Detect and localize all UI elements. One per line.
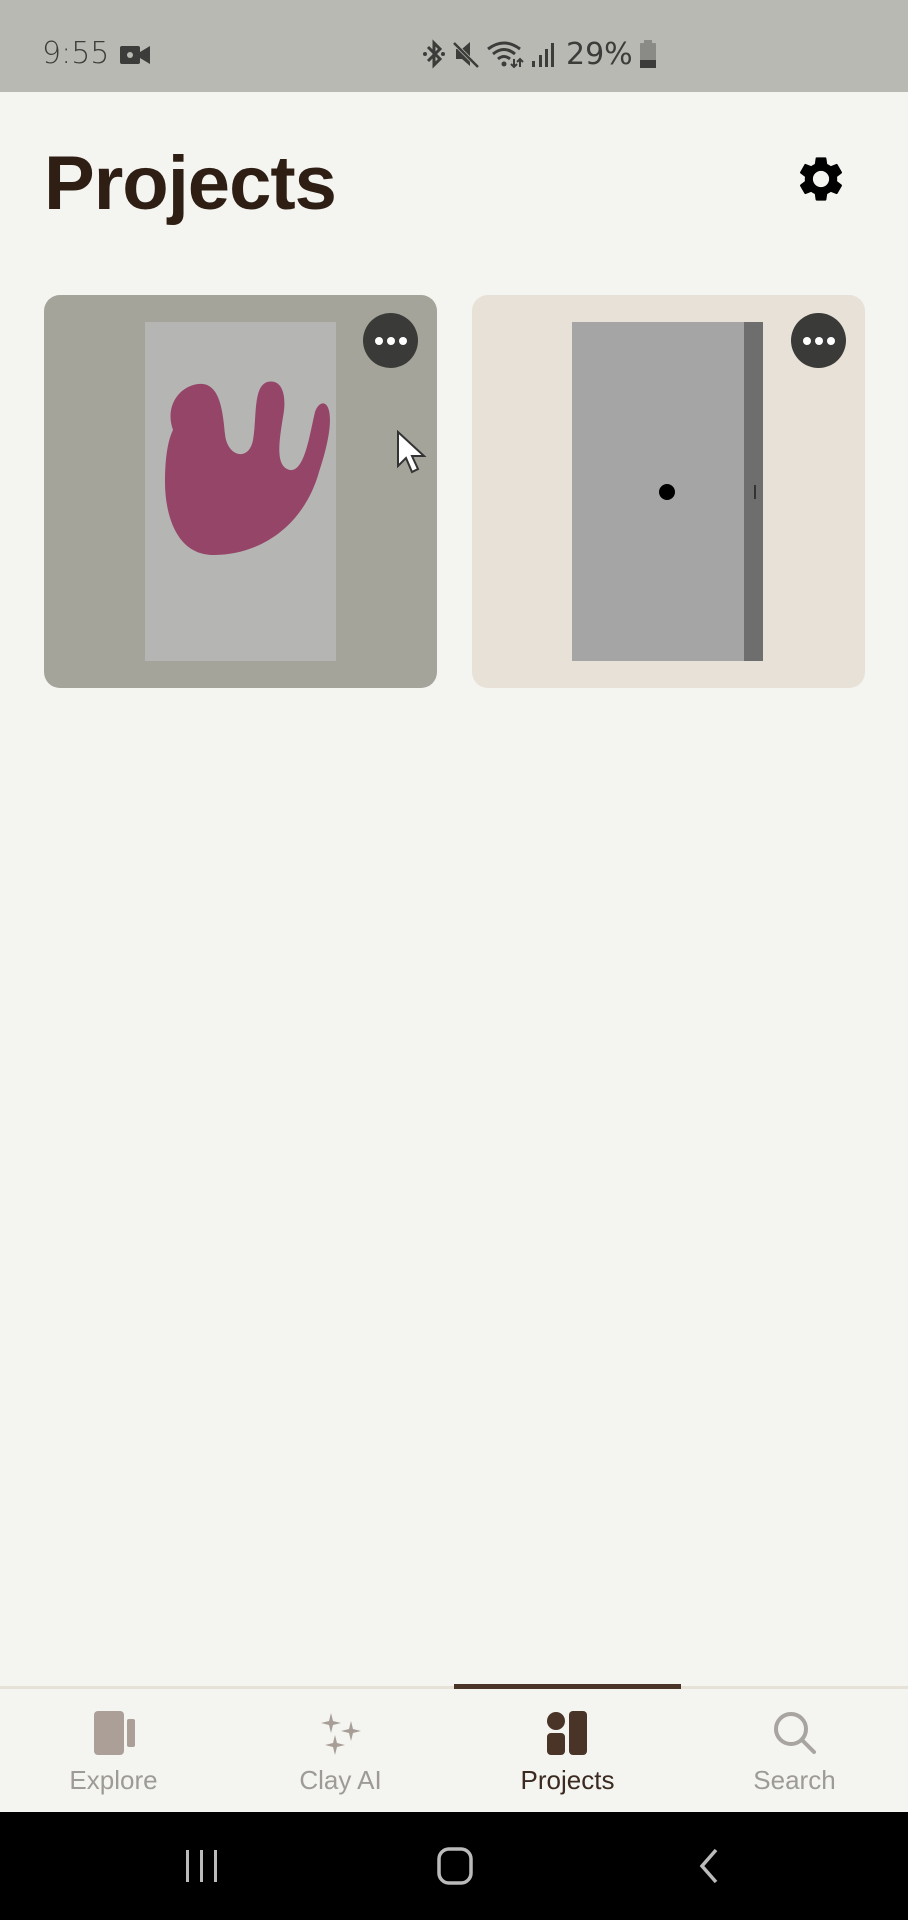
home-button[interactable] (435, 1846, 475, 1886)
projects-icon (546, 1711, 587, 1755)
signal-icon (532, 43, 554, 67)
blob-shape (165, 381, 330, 556)
projects-screen: Projects (0, 92, 908, 1686)
bluetooth-icon (423, 39, 445, 69)
battery-percent: 29% (566, 36, 633, 72)
more-dot (826, 336, 835, 345)
more-horizontal-icon (802, 336, 811, 345)
bottom-tab-bar: Explore Clay AI Projects Search (0, 1684, 908, 1812)
project-more-button[interactable] (363, 313, 418, 368)
project-card[interactable] (44, 295, 437, 688)
thumbnail-dot (659, 484, 675, 500)
more-dot (386, 336, 395, 345)
tab-label: Projects (520, 1765, 615, 1795)
project-thumbnail (572, 322, 763, 661)
project-card[interactable] (472, 295, 865, 688)
mute-icon (452, 41, 480, 69)
page-title: Projects (44, 141, 337, 226)
more-horizontal-icon (374, 336, 383, 345)
tab-explore[interactable]: Explore (0, 1689, 227, 1812)
recents-button[interactable] (184, 1846, 220, 1886)
tab-clay-ai[interactable]: Clay AI (227, 1689, 454, 1812)
more-dot (814, 336, 823, 345)
back-button[interactable] (696, 1846, 722, 1886)
project-more-button[interactable] (791, 313, 846, 368)
tab-label: Clay AI (299, 1765, 382, 1795)
search-icon (773, 1712, 816, 1754)
explore-icon (93, 1711, 135, 1755)
project-thumbnail (145, 322, 336, 661)
status-bar: 9:55 29% (0, 0, 908, 92)
sparkles-icon (320, 1713, 361, 1755)
tab-label: Search (753, 1765, 836, 1795)
status-icons: 29% (422, 34, 657, 74)
tab-search[interactable]: Search (681, 1689, 908, 1812)
wifi-icon (487, 41, 524, 69)
tab-projects[interactable]: Projects (454, 1689, 681, 1812)
system-navigation-bar (0, 1812, 908, 1920)
tab-label: Explore (69, 1765, 158, 1795)
battery-icon (639, 40, 656, 68)
thumbnail-handle (754, 485, 756, 499)
status-time: 9:55 (42, 36, 110, 71)
gear-icon[interactable] (794, 152, 848, 206)
video-camera-icon (120, 46, 150, 64)
more-dot (398, 336, 407, 345)
